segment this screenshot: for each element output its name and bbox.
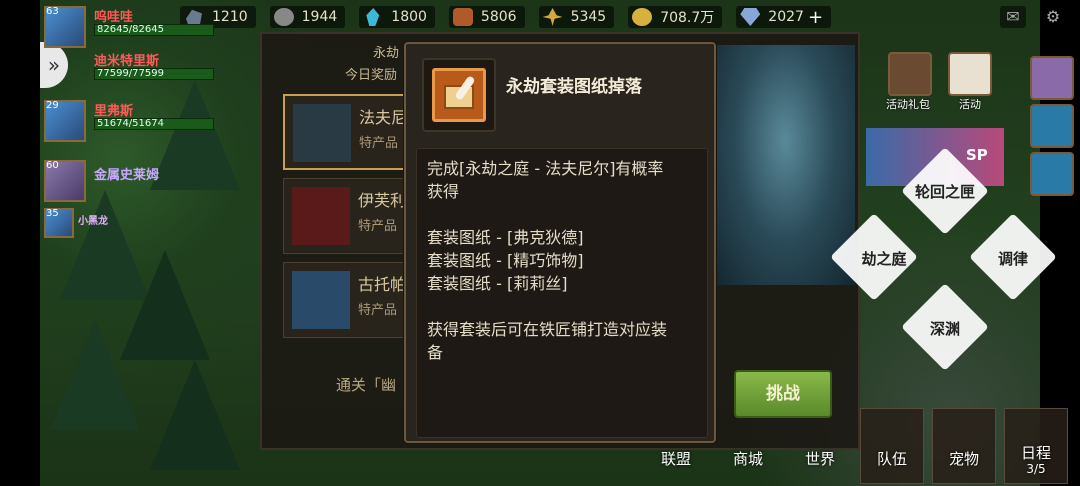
resource-value: 5345 xyxy=(570,9,607,25)
crystal-icon xyxy=(366,8,380,26)
gem-icon xyxy=(740,8,761,26)
member-name: 金属史莱姆 xyxy=(94,168,160,183)
resource-gold: 708.7万 xyxy=(628,6,723,28)
ore-icon xyxy=(273,8,294,26)
dungeon-sub: 特产品 xyxy=(358,219,398,234)
member-name: 呜哇哇 xyxy=(94,10,134,25)
game-screen: 1210 1944 1800 5806 5345 708.7万 2027 + ✉ … xyxy=(0,0,1080,486)
resource-value: 1800 xyxy=(391,9,427,25)
tuning-label: 调律 xyxy=(997,250,1028,268)
eternal-court-label: 劫之庭 xyxy=(861,250,907,268)
wood-icon xyxy=(452,8,473,26)
clear-condition-text: 通关「幽 xyxy=(336,376,397,394)
description-line: 获得套装后可在铁匠铺打造对应装 xyxy=(427,320,668,339)
member-level: 29 xyxy=(46,100,59,111)
schedule-count: 3/5 xyxy=(1026,462,1046,476)
resource-wheat: 5345 xyxy=(538,6,615,28)
boss-artwork xyxy=(715,45,855,285)
hp-bar: 82645/82645 xyxy=(94,24,214,36)
resource-value: 5806 xyxy=(480,9,517,25)
member-level: 63 xyxy=(46,6,59,17)
member-level: 60 xyxy=(46,160,59,171)
hp-bar: 77599/77599 xyxy=(94,68,214,80)
boss-thumbnail xyxy=(292,187,350,245)
reincarnation-box-label: 轮回之匣 xyxy=(914,183,975,201)
tree-decoration xyxy=(150,80,240,190)
settings-gear-icon[interactable]: ⚙ xyxy=(1040,6,1066,28)
dungeon-sub: 特产品 xyxy=(358,303,398,318)
description-line: 获得 xyxy=(427,182,460,201)
daily-reward-label: 今日奖励 xyxy=(345,68,398,83)
event-gift-label: 活动礼包 xyxy=(886,98,930,111)
nav-shop[interactable]: 商城 xyxy=(716,448,780,486)
calendar-icon[interactable] xyxy=(948,52,992,96)
tooltip-title: 永劫套装图纸掉落 xyxy=(506,77,642,97)
nav-pet[interactable]: 宠物 xyxy=(932,448,996,486)
mail-icon[interactable]: ✉ xyxy=(1000,6,1026,28)
nav-team[interactable]: 队伍 xyxy=(860,448,924,486)
dungeon-title: 永劫 xyxy=(373,46,400,61)
left-letterbox xyxy=(0,0,40,486)
description-line: 备 xyxy=(427,343,444,362)
hero-portrait-icon[interactable] xyxy=(1030,104,1074,148)
wheat-icon xyxy=(542,8,563,26)
tooltip-description: 完成[永劫之庭 - 法夫尼尔]有概率 获得 套装图纸 - [弗克狄德] 套装图纸… xyxy=(416,148,708,438)
resource-value: 1944 xyxy=(301,9,338,25)
resource-bar: 1210 1944 1800 5806 5345 708.7万 2027 + xyxy=(180,5,832,29)
dungeon-list-item[interactable]: 法夫尼 特产品 xyxy=(283,94,413,170)
tree-decoration xyxy=(50,320,140,430)
blueprint-line: 套装图纸 - [莉莉丝] xyxy=(427,274,568,293)
member-name: 里弗斯 xyxy=(94,104,134,119)
member-name: 小黑龙 xyxy=(78,216,108,227)
gold-icon xyxy=(632,8,653,26)
hero-portrait-icon[interactable] xyxy=(1030,56,1074,100)
hero-portrait-icon[interactable] xyxy=(1030,152,1074,196)
resource-wood: 5806 xyxy=(448,6,525,28)
resource-ore: 1944 xyxy=(269,6,346,28)
dungeon-list-item[interactable]: 古托帕 特产品 xyxy=(283,262,413,338)
resource-value: 2027 xyxy=(768,9,804,25)
blueprint-line: 套装图纸 - [弗克狄德] xyxy=(427,228,584,247)
sp-label: SP xyxy=(966,146,988,164)
item-icon-frame xyxy=(422,58,496,132)
description-line: 完成[永劫之庭 - 法夫尼尔]有概率 xyxy=(427,159,664,178)
nav-alliance[interactable]: 联盟 xyxy=(644,448,708,486)
hp-value: 77599/77599 xyxy=(97,68,164,79)
hp-bar: 51674/51674 xyxy=(94,118,214,130)
nav-world[interactable]: 世界 xyxy=(788,448,852,486)
abyss-label: 深渊 xyxy=(929,320,960,338)
resource-gem[interactable]: 2027 + xyxy=(736,6,832,28)
dungeon-sub: 特产品 xyxy=(359,136,399,151)
expand-arrow-button[interactable]: » xyxy=(40,42,68,88)
blueprint-book-icon xyxy=(432,68,486,122)
challenge-button[interactable]: 挑战 xyxy=(734,370,832,418)
hp-value: 82645/82645 xyxy=(97,24,164,35)
dungeon-name: 法夫尼 xyxy=(359,108,408,127)
resource-value: 708.7万 xyxy=(660,10,715,26)
dungeon-list-item[interactable]: 伊芙利 特产品 xyxy=(283,178,413,254)
boss-thumbnail xyxy=(293,104,351,162)
gift-bag-icon[interactable] xyxy=(888,52,932,96)
item-tooltip: 永劫套装图纸掉落 完成[永劫之庭 - 法夫尼尔]有概率 获得 套装图纸 - [弗… xyxy=(404,42,716,443)
event-label: 活动 xyxy=(959,98,981,111)
dungeon-name: 古托帕 xyxy=(358,275,407,294)
hp-value: 51674/51674 xyxy=(97,118,164,129)
member-level: 35 xyxy=(46,208,59,219)
resource-value: 1210 xyxy=(212,9,248,25)
add-gem-icon[interactable]: + xyxy=(808,7,823,28)
boss-thumbnail xyxy=(292,271,350,329)
blueprint-line: 套装图纸 - [精巧饰物] xyxy=(427,251,584,270)
dungeon-name: 伊芙利 xyxy=(358,191,407,210)
resource-crystal: 1800 xyxy=(359,6,435,28)
member-name: 迪米特里斯 xyxy=(94,54,160,69)
tree-decoration xyxy=(150,360,240,470)
